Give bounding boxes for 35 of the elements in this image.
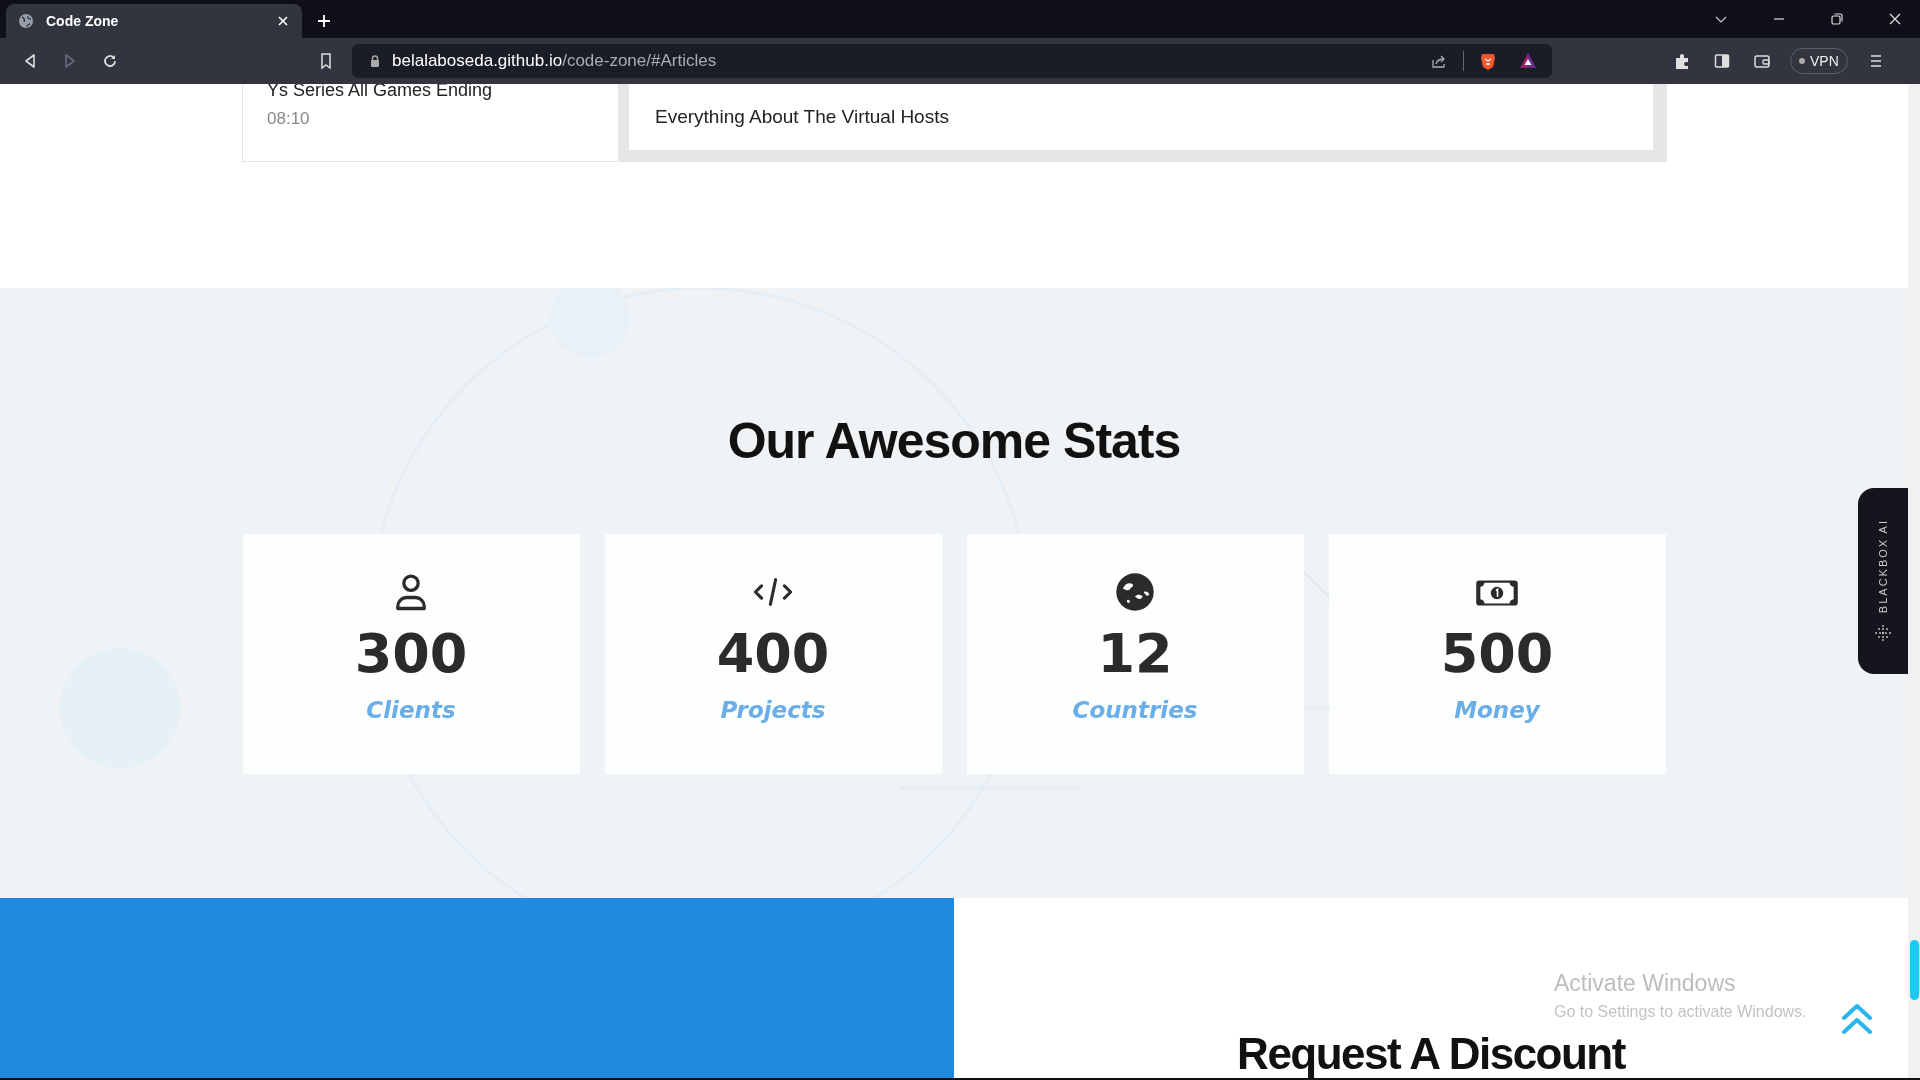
globe-icon — [1113, 570, 1157, 614]
stat-label: Money — [1454, 697, 1540, 723]
url-text: belalaboseda.github.io/code-zone/#Articles — [392, 51, 717, 71]
scrollbar[interactable] — [1908, 84, 1920, 1078]
section-heading: Request A Discount — [1237, 1032, 1625, 1076]
puzzle-icon[interactable] — [1673, 52, 1691, 70]
blackbox-side-tab[interactable]: BLACKBOX AI — [1858, 488, 1908, 674]
lock-icon — [368, 54, 382, 68]
featured-title: Everything About The Virtual Hosts — [655, 106, 949, 128]
stat-number: 400 — [716, 622, 830, 685]
triangle-icon[interactable] — [1518, 51, 1538, 71]
activation-notice-title: Activate Windows — [1554, 970, 1737, 997]
browser-tab[interactable]: Code Zone — [6, 4, 302, 38]
featured-card[interactable]: Everything About The Virtual Hosts — [629, 84, 1653, 150]
article-time: 08:10 — [267, 109, 311, 129]
section-heading: Our Awesome Stats — [727, 412, 1181, 470]
stat-number: 12 — [1097, 622, 1173, 685]
close-icon[interactable] — [276, 14, 290, 28]
lion-shield-icon[interactable] — [1478, 51, 1498, 71]
stat-number: 500 — [1440, 622, 1554, 685]
stat-label: Countries — [1072, 697, 1198, 723]
address-bar[interactable]: belalaboseda.github.io/code-zone/#Articles — [352, 44, 1552, 78]
tab-title: Code Zone — [46, 13, 120, 29]
wallet-icon[interactable] — [1753, 52, 1771, 70]
globe-icon — [18, 13, 34, 29]
activation-notice-message: Go to Settings to activate Windows. — [1554, 1003, 1807, 1021]
reload-icon[interactable] — [101, 52, 119, 70]
stat-number: 300 — [354, 622, 468, 685]
stat-label: Clients — [366, 697, 456, 723]
sidebar-icon[interactable] — [1713, 52, 1731, 70]
close-icon[interactable] — [1888, 12, 1902, 26]
plus-icon[interactable] — [316, 13, 332, 29]
dots-icon — [1873, 623, 1893, 644]
restore-icon[interactable] — [1830, 12, 1844, 26]
stat-label: Projects — [720, 697, 826, 723]
